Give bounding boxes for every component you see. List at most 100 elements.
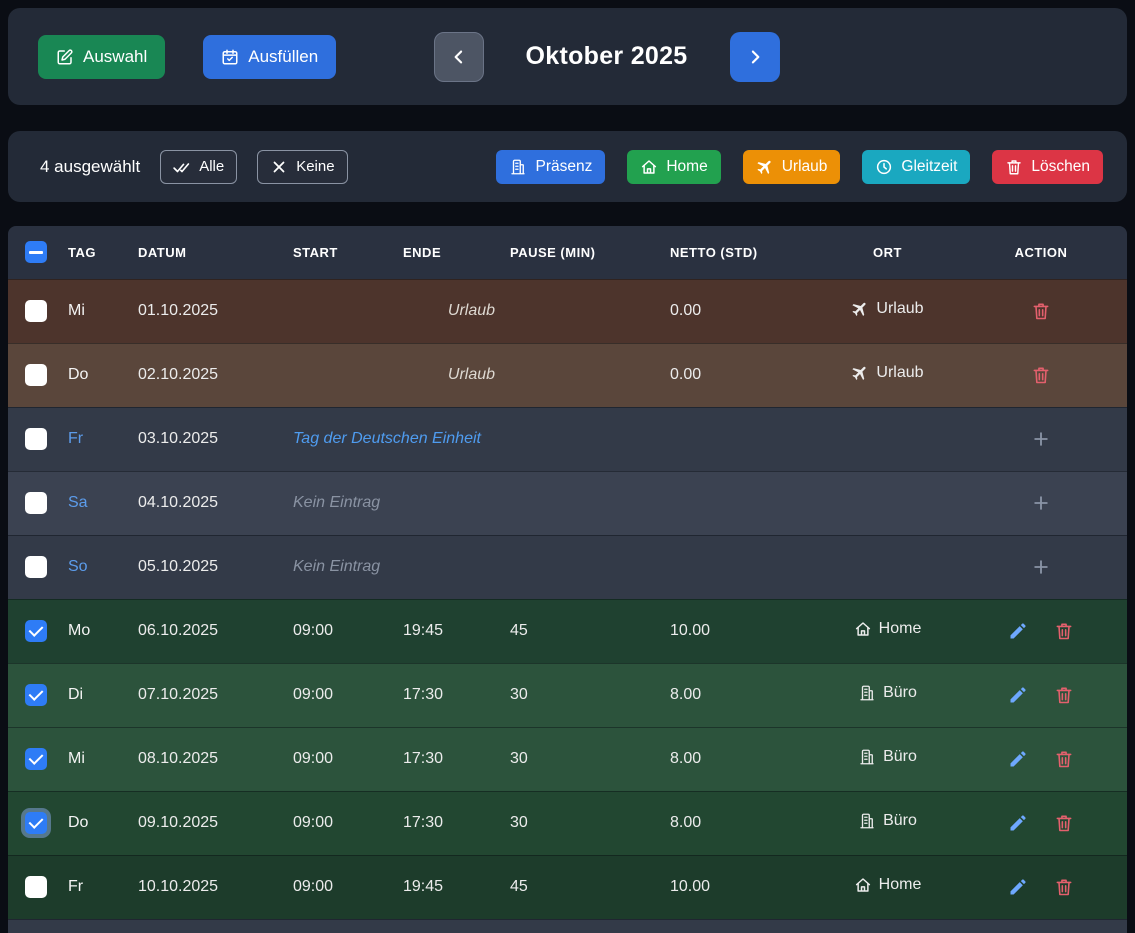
col-header-ende: ENDE [393,226,500,279]
home-icon [854,620,872,638]
table-row[interactable]: Fr 10.10.2025 09:00 19:45 45 10.00 Home [8,855,1127,919]
trash-icon [1005,158,1023,176]
netto-cell [660,407,820,471]
ort-cell: Büro [820,663,955,727]
day-cell: Fr [58,855,128,919]
add-entry-button[interactable] [1027,553,1055,581]
trash-icon [1031,365,1051,385]
table-row[interactable]: Di 07.10.2025 09:00 17:30 30 8.00 Büro [8,663,1127,727]
pencil-icon [1008,813,1028,833]
ende-cell: 17:30 [393,663,500,727]
table-row[interactable]: Do 02.10.2025 Urlaub 0.00 Urlaub [8,343,1127,407]
action-cell [955,663,1127,727]
trash-icon [1054,813,1074,833]
action-cell [955,407,1127,471]
plane-icon [848,360,873,385]
note-cell: Tag der Deutschen Einheit [283,407,660,471]
action-cell [955,279,1127,343]
date-cell: 05.10.2025 [128,535,283,599]
delete-row-button[interactable] [1050,681,1078,709]
row-checkbox[interactable] [25,748,47,770]
plane-icon [752,154,777,179]
prev-month-button[interactable] [433,32,483,82]
ort-cell: Büro [820,727,955,791]
selection-bar: 4 ausgewählt Alle Keine Präsenz Home Url… [8,131,1127,202]
row-checkbox[interactable] [25,492,47,514]
delete-row-button[interactable] [1050,617,1078,645]
date-cell: 10.10.2025 [128,855,283,919]
edit-square-icon [56,48,74,66]
start-cell: 09:00 [283,599,393,663]
row-checkbox[interactable] [25,620,47,642]
row-checkbox[interactable] [25,428,47,450]
pause-cell: 30 [500,663,660,727]
date-cell: 04.10.2025 [128,471,283,535]
row-checkbox[interactable] [25,684,47,706]
pause-cell: 30 [500,791,660,855]
netto-cell [660,535,820,599]
time-tracking-page: Auswahl Ausfüllen Oktober 2025 4 ausgewä… [0,0,1135,933]
auswahl-button[interactable]: Auswahl [38,35,165,79]
next-month-button[interactable] [730,32,780,82]
praesenz-button[interactable]: Präsenz [496,150,605,184]
row-checkbox[interactable] [25,556,47,578]
delete-row-button[interactable] [1050,745,1078,773]
note-cell: Kein Eintrag [283,471,660,535]
praesenz-label: Präsenz [535,158,592,176]
table-row[interactable]: Mi 01.10.2025 Urlaub 0.00 Urlaub [8,279,1127,343]
day-cell: Mi [58,279,128,343]
table-header-row: TAG DATUM START ENDE PAUSE (MIN) NETTO (… [8,226,1127,279]
loeschen-button[interactable]: Löschen [992,150,1103,184]
ende-cell: 17:30 [393,791,500,855]
col-header-datum: DATUM [128,226,283,279]
home-icon [640,158,658,176]
netto-cell: 10.00 [660,599,820,663]
table-row[interactable]: Mo 06.10.2025 09:00 19:45 45 10.00 Home [8,599,1127,663]
table-row[interactable]: Fr 03.10.2025 Tag der Deutschen Einheit [8,407,1127,471]
chevron-right-icon [745,47,765,67]
plane-icon [848,296,873,321]
select-none-button[interactable]: Keine [257,150,347,184]
gleitzeit-button[interactable]: Gleitzeit [862,150,970,184]
edit-row-button[interactable] [1004,745,1032,773]
table-row[interactable]: So 05.10.2025 Kein Eintrag [8,535,1127,599]
select-none-label: Keine [296,158,334,175]
add-entry-button[interactable] [1027,489,1055,517]
row-checkbox[interactable] [25,300,47,322]
select-all-checkbox[interactable] [25,241,47,263]
delete-row-button[interactable] [1027,361,1055,389]
building-icon [858,684,876,702]
pause-cell: 30 [500,727,660,791]
select-all-button[interactable]: Alle [160,150,237,184]
entries-table-wrapper: TAG DATUM START ENDE PAUSE (MIN) NETTO (… [8,226,1127,933]
row-checkbox[interactable] [25,364,47,386]
delete-row-button[interactable] [1050,809,1078,837]
pencil-icon [1008,685,1028,705]
month-title: Oktober 2025 [525,42,687,71]
delete-row-button[interactable] [1050,873,1078,901]
edit-row-button[interactable] [1004,681,1032,709]
table-row[interactable]: Do 09.10.2025 09:00 17:30 30 8.00 Büro [8,791,1127,855]
add-entry-button[interactable] [1027,425,1055,453]
edit-row-button[interactable] [1004,873,1032,901]
table-row[interactable]: Mi 08.10.2025 09:00 17:30 30 8.00 Büro [8,727,1127,791]
entries-table: TAG DATUM START ENDE PAUSE (MIN) NETTO (… [8,226,1127,919]
edit-row-button[interactable] [1004,617,1032,645]
note-cell: Kein Eintrag [283,535,660,599]
table-row[interactable]: Sa 04.10.2025 Kein Eintrag [8,471,1127,535]
row-checkbox[interactable] [25,876,47,898]
netto-cell: 8.00 [660,791,820,855]
auswahl-label: Auswahl [83,47,147,67]
action-cell [955,535,1127,599]
building-icon [509,158,527,176]
urlaub-button[interactable]: Urlaub [743,150,841,184]
delete-row-button[interactable] [1027,297,1055,325]
trash-icon [1054,685,1074,705]
home-button[interactable]: Home [627,150,720,184]
day-cell: Sa [58,471,128,535]
row-checkbox[interactable] [25,812,47,834]
edit-row-button[interactable] [1004,809,1032,837]
action-cell [955,855,1127,919]
ausfuellen-button[interactable]: Ausfüllen [203,35,336,79]
plus-icon [1031,429,1051,449]
